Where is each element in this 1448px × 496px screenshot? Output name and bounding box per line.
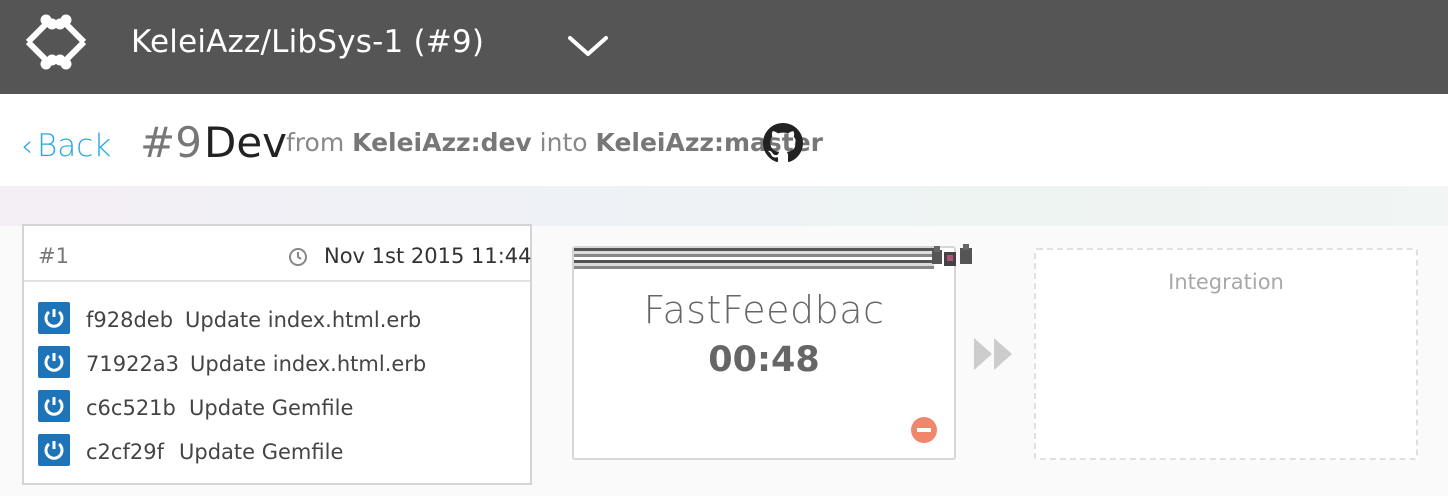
top-bar: KeleiAzz/LibSys-1 (#9) — [0, 0, 1448, 94]
commit-sha: c6c521b — [86, 396, 176, 420]
github-icon[interactable] — [763, 123, 803, 163]
pr-branches: from KeleiAzz:dev into KeleiAzz:master — [286, 128, 823, 157]
commit-row[interactable]: 71922a3 Update index.html.erb — [38, 346, 528, 382]
commit-sha: c2cf29f — [86, 440, 164, 464]
pr-number: #9 — [140, 118, 202, 167]
pr-title: Dev — [204, 118, 288, 167]
commit-row[interactable]: c6c521b Update Gemfile — [38, 390, 528, 426]
stage-name: FastFeedbac — [643, 288, 885, 332]
repo-title[interactable]: KeleiAzz/LibSys-1 (#9) — [131, 24, 484, 60]
stage-elapsed-time: 00:48 — [708, 340, 820, 380]
fast-forward-icon — [974, 338, 1012, 370]
build-id: #1 — [38, 244, 69, 268]
commit-message: Update Gemfile — [189, 396, 354, 420]
commit-sha: 71922a3 — [86, 352, 180, 376]
cancel-icon[interactable] — [910, 416, 938, 444]
commit-message: Update Gemfile — [179, 440, 344, 464]
bones-logo-icon[interactable] — [20, 12, 92, 72]
build-card[interactable]: #1 Nov 1st 2015 11:44 f928deb Update ind… — [22, 224, 532, 485]
back-link[interactable]: ‹ Back — [21, 128, 111, 164]
into-word: into — [539, 128, 588, 157]
chevron-down-icon[interactable] — [566, 30, 610, 60]
power-icon — [38, 434, 70, 466]
build-header: #1 Nov 1st 2015 11:44 — [24, 226, 532, 282]
chevron-left-icon: ‹ — [21, 129, 33, 164]
progress-stripe — [574, 248, 934, 270]
integration-label: Integration — [1168, 270, 1284, 294]
clock-icon — [289, 248, 307, 266]
commit-message: Update index.html.erb — [190, 352, 427, 376]
source-branch: KeleiAzz:dev — [352, 128, 532, 157]
from-word: from — [286, 128, 345, 157]
build-timestamp: Nov 1st 2015 11:44 — [324, 244, 532, 268]
power-icon — [38, 390, 70, 422]
commit-message: Update index.html.erb — [185, 308, 422, 332]
power-icon — [38, 302, 70, 334]
back-label: Back — [37, 128, 112, 164]
power-icon — [38, 346, 70, 378]
commit-row[interactable]: c2cf29f Update Gemfile — [38, 434, 528, 470]
pixel-sprite-icon — [932, 244, 972, 266]
commit-sha: f928deb — [86, 308, 174, 332]
commit-row[interactable]: f928deb Update index.html.erb — [38, 302, 528, 338]
